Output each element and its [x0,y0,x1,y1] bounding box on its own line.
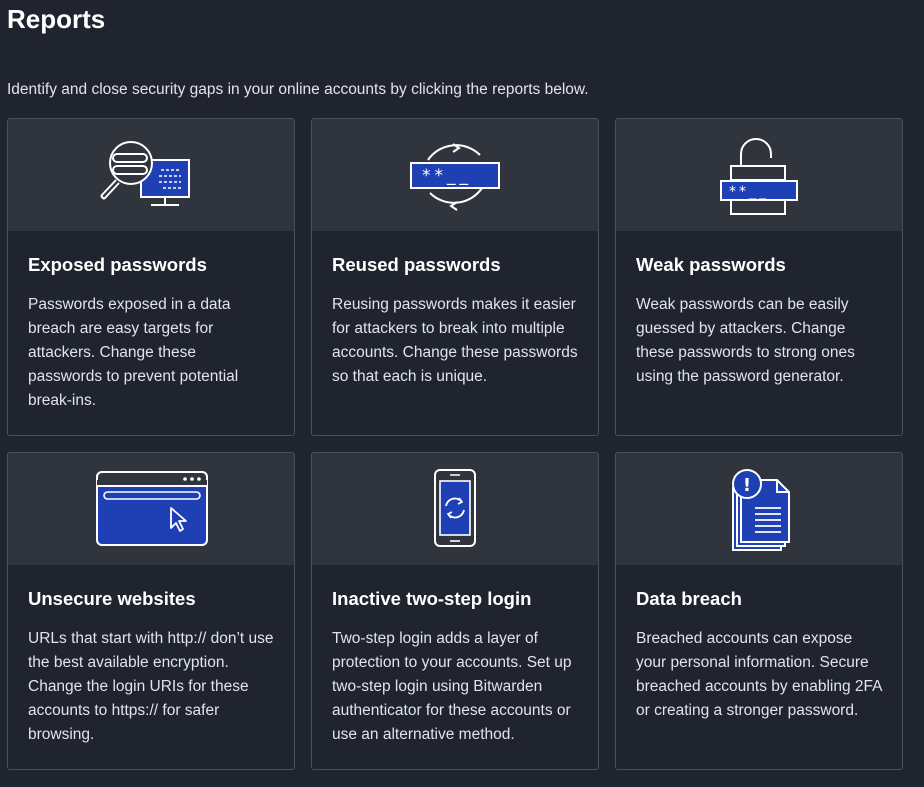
card-title: Reused passwords [332,254,501,275]
report-card-exposed-passwords[interactable]: Exposed passwords Passwords exposed in a… [7,118,295,436]
document-alert-icon: ! [732,469,790,551]
card-hero [8,119,294,231]
report-card-data-breach[interactable]: ! Data breach Breached accounts can expo… [615,452,903,770]
reports-grid: Exposed passwords Passwords exposed in a… [7,118,903,770]
card-hero: **__ [616,119,902,231]
card-hero [8,453,294,565]
card-description: Reusing passwords makes it easier for at… [332,296,578,385]
card-description: Two-step login adds a layer of protectio… [332,630,572,743]
card-body: Data breach Breached accounts can expose… [616,565,902,723]
report-card-inactive-two-step-login[interactable]: Inactive two-step login Two-step login a… [311,452,599,770]
page-subtitle: Identify and close security gaps in your… [7,81,589,98]
card-description: Breached accounts can expose your person… [636,630,882,719]
card-description: Weak passwords can be easily guessed by … [636,296,855,385]
report-card-reused-passwords[interactable]: **__ Reused passwords Reusing passwords … [311,118,599,436]
card-description: Passwords exposed in a data breach are e… [28,296,239,409]
report-card-weak-passwords[interactable]: **__ Weak passwords Weak passwords can b… [615,118,903,436]
card-title: Unsecure websites [28,588,196,609]
alert-mark: ! [743,475,751,496]
card-hero: ! [616,453,902,565]
masked-password-text: **__ [422,166,472,186]
card-body: Inactive two-step login Two-step login a… [312,565,598,747]
padlock-open-icon: **__ [720,138,798,215]
card-title: Exposed passwords [28,254,207,275]
card-body: Reused passwords Reusing passwords makes… [312,231,598,389]
card-body: Weak passwords Weak passwords can be eas… [616,231,902,389]
report-card-unsecure-websites[interactable]: Unsecure websites URLs that start with h… [7,452,295,770]
browser-window-icon [96,471,208,546]
card-title: Inactive two-step login [332,588,532,609]
phone-sync-icon [434,469,476,547]
card-body: Exposed passwords Passwords exposed in a… [8,231,294,413]
card-description: URLs that start with http:// don’t use t… [28,630,274,743]
magnifier-monitor-icon [100,141,190,206]
reports-page: Reports Identify and close security gaps… [0,0,924,787]
reused-password-cycle-icon: **__ [410,143,500,211]
page-title: Reports [7,4,106,34]
card-body: Unsecure websites URLs that start with h… [8,565,294,747]
card-hero: **__ [312,119,598,231]
card-title: Data breach [636,588,742,609]
card-hero [312,453,598,565]
masked-password-text: **__ [729,184,769,200]
card-title: Weak passwords [636,254,786,275]
